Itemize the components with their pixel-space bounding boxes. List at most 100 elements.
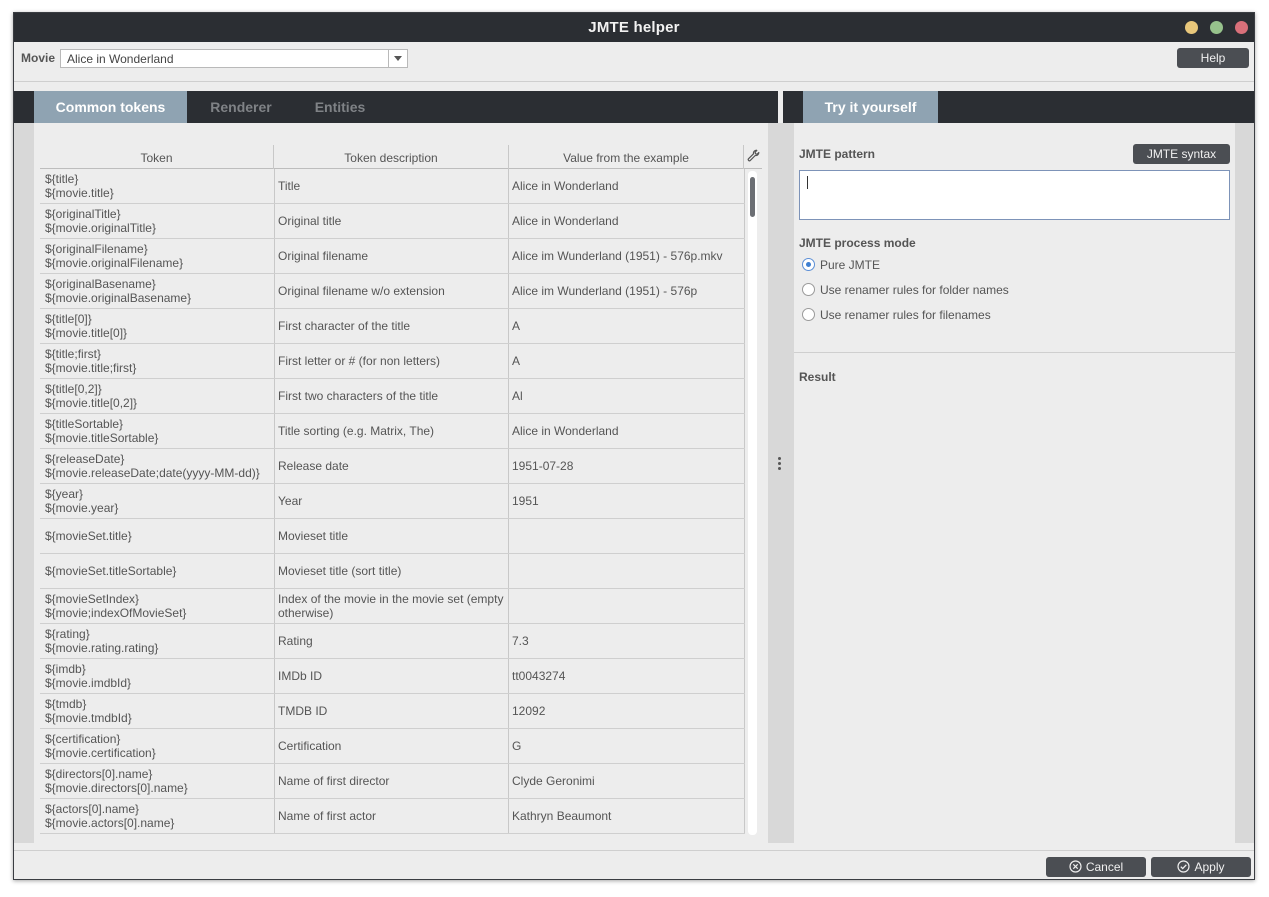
token-cell[interactable]: ${rating} ${movie.rating.rating} bbox=[40, 624, 274, 658]
description-cell[interactable]: Movieset title bbox=[274, 519, 509, 553]
description-cell[interactable]: First character of the title bbox=[274, 309, 509, 343]
value-cell[interactable]: 1951-07-28 bbox=[509, 449, 745, 483]
description-cell[interactable]: Rating bbox=[274, 624, 509, 658]
table-row[interactable]: ${movieSetIndex} ${movie;indexOfMovieSet}… bbox=[40, 589, 745, 624]
table-row[interactable]: ${originalBasename} ${movie.originalBasen… bbox=[40, 274, 745, 309]
value-cell[interactable]: Clyde Geronimi bbox=[509, 764, 745, 798]
table-row[interactable]: ${actors[0].name} ${movie.actors[0].name}… bbox=[40, 799, 745, 834]
value-cell[interactable]: Al bbox=[509, 379, 745, 413]
token-cell[interactable]: ${originalBasename} ${movie.originalBasen… bbox=[40, 274, 274, 308]
radio-unchecked-icon[interactable] bbox=[802, 283, 815, 296]
description-cell[interactable]: Certification bbox=[274, 729, 509, 763]
value-cell[interactable]: Alice in Wonderland bbox=[509, 169, 745, 203]
table-row[interactable]: ${originalTitle} ${movie.originalTitle} Or… bbox=[40, 204, 745, 239]
value-cell[interactable]: Alice im Wunderland (1951) - 576p.mkv bbox=[509, 239, 745, 273]
table-row[interactable]: ${movieSet.title} Movieset title bbox=[40, 519, 745, 554]
token-cell[interactable]: ${year} ${movie.year} bbox=[40, 484, 274, 518]
close-window-button[interactable] bbox=[1235, 21, 1248, 34]
mode-filenames-label[interactable]: Use renamer rules for filenames bbox=[820, 308, 991, 322]
table-row[interactable]: ${tmdb} ${movie.tmdbId} TMDB ID 12092 bbox=[40, 694, 745, 729]
jmte-syntax-button[interactable]: JMTE syntax bbox=[1133, 144, 1230, 164]
token-cell[interactable]: ${title} ${movie.title} bbox=[40, 169, 274, 203]
description-cell[interactable]: Original filename bbox=[274, 239, 509, 273]
value-cell[interactable]: G bbox=[509, 729, 745, 763]
minimize-button[interactable] bbox=[1185, 21, 1198, 34]
table-scrollbar[interactable] bbox=[748, 171, 757, 835]
description-cell[interactable]: TMDB ID bbox=[274, 694, 509, 728]
table-row[interactable]: ${movieSet.titleSortable} Movieset title … bbox=[40, 554, 745, 589]
tab-common-tokens[interactable]: Common tokens bbox=[34, 91, 187, 132]
table-row[interactable]: ${title} ${movie.title} Title Alice in Wond… bbox=[40, 169, 745, 204]
tab-try-it-yourself[interactable]: Try it yourself bbox=[803, 91, 938, 132]
value-cell[interactable]: 12092 bbox=[509, 694, 745, 728]
token-cell[interactable]: ${title[0]} ${movie.title[0]} bbox=[40, 309, 274, 343]
table-row[interactable]: ${originalFilename} ${movie.originalFilen… bbox=[40, 239, 745, 274]
token-cell[interactable]: ${imdb} ${movie.imdbId} bbox=[40, 659, 274, 693]
table-row[interactable]: ${certification} ${movie.certification} Ce… bbox=[40, 729, 745, 764]
value-cell[interactable] bbox=[509, 519, 745, 553]
table-row[interactable]: ${directors[0].name} ${movie.directors[0]… bbox=[40, 764, 745, 799]
token-cell[interactable]: ${directors[0].name} ${movie.directors[0]… bbox=[40, 764, 274, 798]
apply-button[interactable]: Apply bbox=[1151, 857, 1251, 877]
description-cell[interactable]: Index of the movie in the movie set (emp… bbox=[274, 589, 509, 623]
token-cell[interactable]: ${title[0,2]} ${movie.title[0,2]} bbox=[40, 379, 274, 413]
value-cell[interactable] bbox=[509, 589, 745, 623]
table-row[interactable]: ${releaseDate} ${movie.releaseDate;date(y… bbox=[40, 449, 745, 484]
description-cell[interactable]: IMDb ID bbox=[274, 659, 509, 693]
scrollbar-thumb[interactable] bbox=[750, 177, 755, 217]
token-cell[interactable]: ${titleSortable} ${movie.titleSortable} bbox=[40, 414, 274, 448]
table-row[interactable]: ${year} ${movie.year} Year 1951 bbox=[40, 484, 745, 519]
column-header-token[interactable]: Token bbox=[40, 145, 274, 169]
pattern-input[interactable] bbox=[799, 170, 1230, 220]
description-cell[interactable]: Name of first actor bbox=[274, 799, 509, 833]
description-cell[interactable]: Name of first director bbox=[274, 764, 509, 798]
drag-handle-icon[interactable] bbox=[778, 457, 781, 472]
description-cell[interactable]: Title sorting (e.g. Matrix, The) bbox=[274, 414, 509, 448]
description-cell[interactable]: First letter or # (for non letters) bbox=[274, 344, 509, 378]
value-cell[interactable]: Kathryn Beaumont bbox=[509, 799, 745, 833]
table-row[interactable]: ${title[0]} ${movie.title[0]} First charac… bbox=[40, 309, 745, 344]
chevron-down-icon[interactable] bbox=[388, 50, 407, 67]
token-cell[interactable]: ${originalTitle} ${movie.originalTitle} bbox=[40, 204, 274, 238]
table-row[interactable]: ${imdb} ${movie.imdbId} IMDb ID tt0043274 bbox=[40, 659, 745, 694]
value-cell[interactable]: A bbox=[509, 344, 745, 378]
table-row[interactable]: ${titleSortable} ${movie.titleSortable} Ti… bbox=[40, 414, 745, 449]
radio-unchecked-icon[interactable] bbox=[802, 308, 815, 321]
description-cell[interactable]: Year bbox=[274, 484, 509, 518]
token-cell[interactable]: ${movieSet.titleSortable} bbox=[40, 554, 274, 588]
mode-folder-names-label[interactable]: Use renamer rules for folder names bbox=[820, 283, 1009, 297]
maximize-button[interactable] bbox=[1210, 21, 1223, 34]
radio-checked-icon[interactable] bbox=[802, 258, 815, 271]
token-cell[interactable]: ${tmdb} ${movie.tmdbId} bbox=[40, 694, 274, 728]
value-cell[interactable]: 7.3 bbox=[509, 624, 745, 658]
column-header-value[interactable]: Value from the example bbox=[509, 145, 744, 169]
value-cell[interactable]: A bbox=[509, 309, 745, 343]
cancel-button[interactable]: Cancel bbox=[1046, 857, 1146, 877]
description-cell[interactable]: First two characters of the title bbox=[274, 379, 509, 413]
description-cell[interactable]: Release date bbox=[274, 449, 509, 483]
value-cell[interactable]: Alice in Wonderland bbox=[509, 414, 745, 448]
token-cell[interactable]: ${movieSet.title} bbox=[40, 519, 274, 553]
tab-entities[interactable]: Entities bbox=[300, 91, 380, 123]
movie-select[interactable]: Alice in Wonderland bbox=[60, 49, 408, 68]
token-cell[interactable]: ${actors[0].name} ${movie.actors[0].name} bbox=[40, 799, 274, 833]
value-cell[interactable]: 1951 bbox=[509, 484, 745, 518]
description-cell[interactable]: Movieset title (sort title) bbox=[274, 554, 509, 588]
table-row[interactable]: ${title[0,2]} ${movie.title[0,2]} First tw… bbox=[40, 379, 745, 414]
token-cell[interactable]: ${movieSetIndex} ${movie;indexOfMovieSet} bbox=[40, 589, 274, 623]
value-cell[interactable]: Alice im Wunderland (1951) - 576p bbox=[509, 274, 745, 308]
description-cell[interactable]: Original title bbox=[274, 204, 509, 238]
mode-pure-jmte-label[interactable]: Pure JMTE bbox=[820, 258, 880, 272]
token-cell[interactable]: ${releaseDate} ${movie.releaseDate;date(y… bbox=[40, 449, 274, 483]
description-cell[interactable]: Title bbox=[274, 169, 509, 203]
table-row[interactable]: ${rating} ${movie.rating.rating} Rating 7.3 bbox=[40, 624, 745, 659]
table-row[interactable]: ${title;first} ${movie.title;first} First … bbox=[40, 344, 745, 379]
token-cell[interactable]: ${title;first} ${movie.title;first} bbox=[40, 344, 274, 378]
wrench-icon[interactable] bbox=[747, 149, 761, 163]
value-cell[interactable]: tt0043274 bbox=[509, 659, 745, 693]
tab-renderer[interactable]: Renderer bbox=[194, 91, 288, 123]
column-header-description[interactable]: Token description bbox=[274, 145, 509, 169]
help-button[interactable]: Help bbox=[1177, 48, 1249, 68]
value-cell[interactable]: Alice in Wonderland bbox=[509, 204, 745, 238]
description-cell[interactable]: Original filename w/o extension bbox=[274, 274, 509, 308]
